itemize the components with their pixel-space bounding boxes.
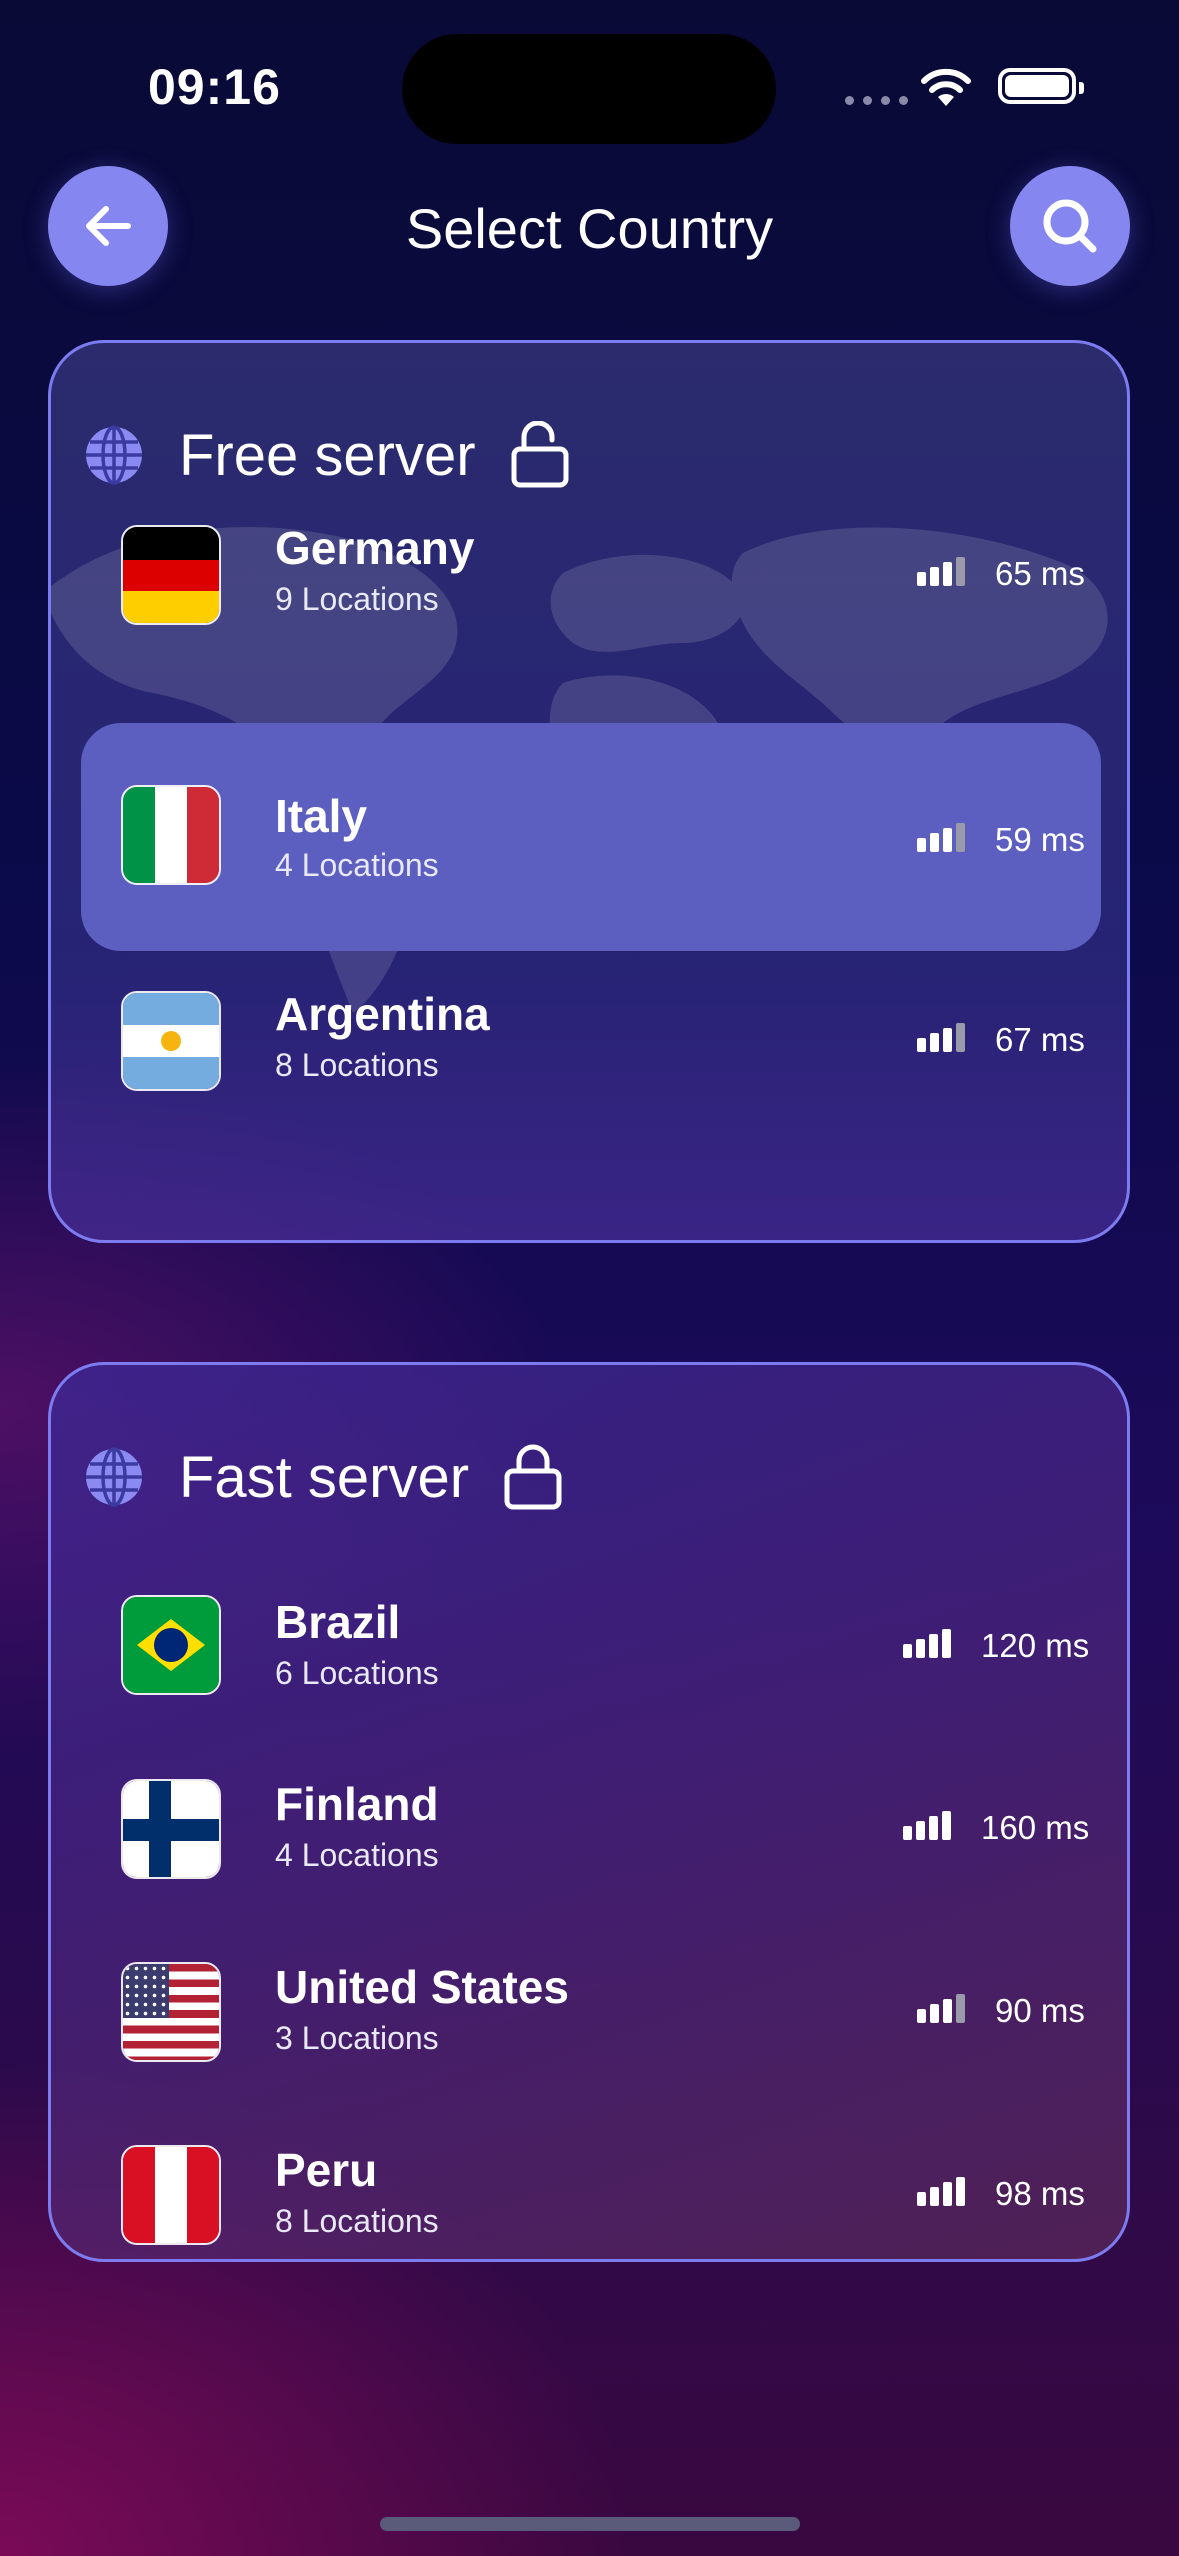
signal-strength-icon (917, 2177, 965, 2206)
flag-germany (121, 525, 221, 625)
ping-value: 120 ms (981, 1627, 1090, 1664)
country-name: Peru (275, 2144, 378, 2196)
country-locations: 8 Locations (275, 2203, 439, 2239)
ping-value: 59 ms (995, 821, 1085, 858)
ping-value: 90 ms (995, 1992, 1085, 2029)
free-server-card: Free server Germany 9 Locations 65 ms It… (48, 340, 1130, 1243)
signal-strength-icon (917, 823, 965, 852)
flag-finland (121, 1779, 221, 1879)
flag-peru (121, 2145, 221, 2245)
country-row-peru[interactable]: Peru 8 Locations 98 ms (81, 2133, 1101, 2259)
flag-united-states (121, 1962, 221, 2062)
country-row-united-states[interactable]: United States 3 Locations 90 ms (81, 1950, 1101, 2110)
country-row-finland[interactable]: Finland 4 Locations 160 ms (81, 1767, 1101, 1927)
fast-server-card: Fast server Brazil 6 Locations 120 ms Fi… (48, 1362, 1130, 2262)
flag-italy (121, 785, 221, 885)
wifi-icon (921, 68, 971, 106)
dynamic-island (402, 34, 776, 144)
country-locations: 8 Locations (275, 1047, 439, 1083)
country-name: United States (275, 1961, 569, 2013)
country-name: Italy (275, 790, 368, 842)
country-row-germany-content[interactable]: Germany 9 Locations 65 ms (81, 503, 1101, 663)
country-row-argentina[interactable]: Argentina 8 Locations 67 ms (81, 967, 1101, 1127)
country-name: Brazil (275, 1596, 401, 1648)
battery-icon (998, 68, 1084, 104)
country-locations: 3 Locations (275, 2020, 439, 2056)
ping-value: 160 ms (981, 1809, 1090, 1846)
country-name: Finland (275, 1778, 439, 1830)
country-row-brazil[interactable]: Brazil 6 Locations 120 ms (81, 1585, 1101, 1745)
ping-value: 67 ms (995, 1021, 1085, 1058)
search-button[interactable] (1010, 166, 1130, 286)
status-time: 09:16 (148, 59, 281, 115)
country-locations: 4 Locations (275, 1837, 439, 1873)
signal-strength-icon (903, 1811, 951, 1840)
globe-icon (86, 1447, 142, 1507)
flag-argentina (121, 991, 221, 1091)
cellular-signal-icon (845, 96, 908, 105)
signal-strength-icon (917, 557, 965, 586)
signal-strength-icon (903, 1629, 951, 1658)
country-name: Argentina (275, 988, 490, 1040)
country-locations: 6 Locations (275, 1655, 439, 1691)
country-row-italy[interactable]: Italy 4 Locations 59 ms (81, 723, 1101, 951)
fast-section-header: Fast server (83, 1443, 563, 1511)
signal-strength-icon (917, 1994, 965, 2023)
country-name: Germany (275, 522, 475, 574)
ping-value: 65 ms (995, 555, 1085, 592)
signal-strength-icon (917, 1023, 965, 1052)
ping-value: 98 ms (995, 2175, 1085, 2212)
search-icon (1043, 199, 1097, 253)
home-indicator[interactable] (380, 2517, 800, 2531)
flag-brazil (121, 1595, 221, 1695)
locked-padlock-icon (504, 1444, 562, 1510)
fast-section-title: Fast server (179, 1444, 470, 1510)
country-locations: 9 Locations (275, 581, 439, 617)
page-title: Select Country (405, 197, 774, 260)
country-locations: 4 Locations (275, 847, 439, 883)
